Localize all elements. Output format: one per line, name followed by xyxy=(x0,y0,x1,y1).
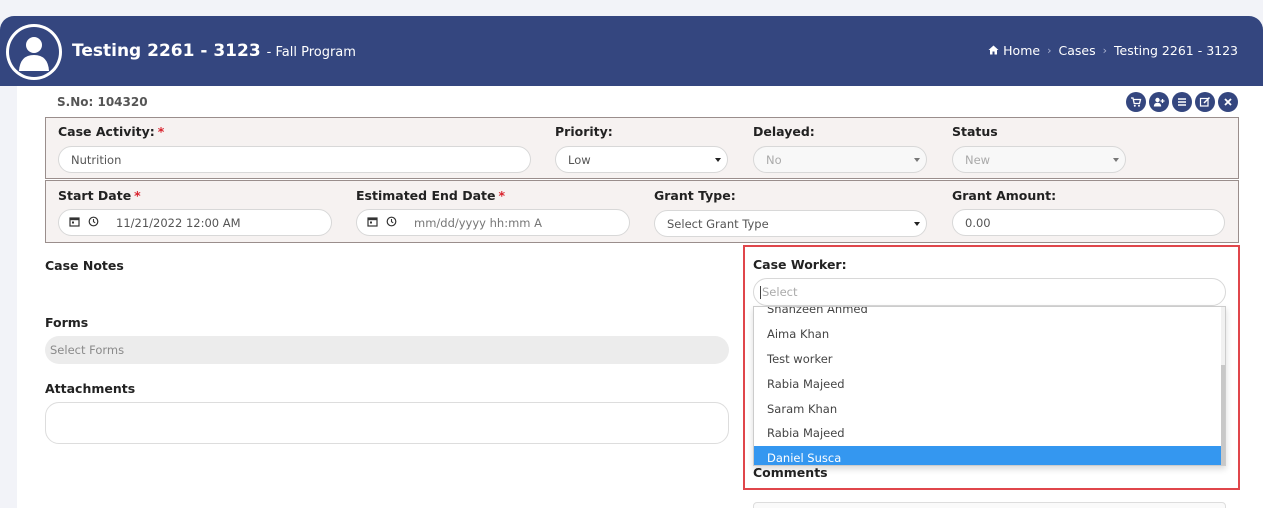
page-header: Testing 2261 - 3123 - Fall Program Home ›… xyxy=(0,16,1263,86)
calendar-icon[interactable] xyxy=(69,216,80,230)
breadcrumb-home[interactable]: Home xyxy=(1003,43,1040,58)
home-icon[interactable] xyxy=(988,43,999,58)
breadcrumb-separator: › xyxy=(1102,44,1107,57)
status-value: New xyxy=(965,152,991,167)
end-date-placeholder: mm/dd/yyyy hh:mm A xyxy=(414,215,543,230)
action-toolbar xyxy=(1126,92,1238,112)
required-marker: * xyxy=(134,188,141,203)
grant-amount-input[interactable]: 0.00 xyxy=(952,209,1225,236)
annotation-highlight-box xyxy=(743,245,1240,490)
page-title: Testing 2261 - 3123 - Fall Program xyxy=(72,41,356,61)
case-notes-label: Case Notes xyxy=(45,258,124,273)
attachments-label: Attachments xyxy=(45,381,136,396)
grant-type-select[interactable]: Select Grant Type xyxy=(654,210,927,237)
attachments-dropzone[interactable] xyxy=(45,402,729,444)
required-marker: * xyxy=(498,188,505,203)
add-user-icon[interactable] xyxy=(1149,92,1169,112)
chevron-down-icon xyxy=(914,222,920,226)
end-date-input[interactable]: mm/dd/yyyy hh:mm A xyxy=(356,209,630,236)
grant-type-label: Grant Type: xyxy=(654,188,736,203)
grant-amount-label: Grant Amount: xyxy=(952,188,1057,203)
comments-input[interactable] xyxy=(753,502,1226,508)
clock-icon[interactable] xyxy=(386,216,397,230)
start-date-value: 11/21/2022 12:00 AM xyxy=(116,215,241,230)
start-date-label: Start Date * xyxy=(58,188,141,203)
case-activity-input[interactable]: Nutrition xyxy=(58,146,531,173)
breadcrumb-separator: › xyxy=(1047,44,1052,57)
breadcrumb-current: Testing 2261 - 3123 xyxy=(1114,43,1238,58)
delayed-select[interactable]: No xyxy=(753,146,927,173)
delayed-value: No xyxy=(766,152,782,167)
chevron-down-icon xyxy=(1113,158,1119,162)
status-label: Status xyxy=(952,124,998,139)
status-select[interactable]: New xyxy=(952,146,1126,173)
priority-label: Priority: xyxy=(555,124,613,139)
case-activity-label: Case Activity: * xyxy=(58,124,165,139)
list-icon[interactable] xyxy=(1172,92,1192,112)
grant-type-value: Select Grant Type xyxy=(667,216,769,231)
calendar-icon[interactable] xyxy=(367,216,378,230)
priority-select[interactable]: Low xyxy=(555,146,728,173)
close-icon[interactable] xyxy=(1218,92,1238,112)
breadcrumb: Home › Cases › Testing 2261 - 3123 xyxy=(988,43,1238,58)
delayed-label: Delayed: xyxy=(753,124,815,139)
user-avatar-icon xyxy=(6,24,62,80)
priority-value: Low xyxy=(568,152,591,167)
forms-select[interactable]: Select Forms xyxy=(45,336,729,364)
breadcrumb-cases[interactable]: Cases xyxy=(1058,43,1095,58)
edit-icon[interactable] xyxy=(1195,92,1215,112)
end-date-label: Estimated End Date * xyxy=(356,188,505,203)
case-title: Testing 2261 - 3123 xyxy=(72,41,261,61)
chevron-down-icon xyxy=(715,158,721,162)
cart-icon[interactable] xyxy=(1126,92,1146,112)
serial-number: S.No: 104320 xyxy=(57,95,148,109)
program-subtitle: - Fall Program xyxy=(266,45,356,60)
required-marker: * xyxy=(157,124,165,139)
start-date-input[interactable]: 11/21/2022 12:00 AM xyxy=(58,209,332,236)
clock-icon[interactable] xyxy=(88,216,99,230)
forms-label: Forms xyxy=(45,315,89,330)
chevron-down-icon xyxy=(914,158,920,162)
